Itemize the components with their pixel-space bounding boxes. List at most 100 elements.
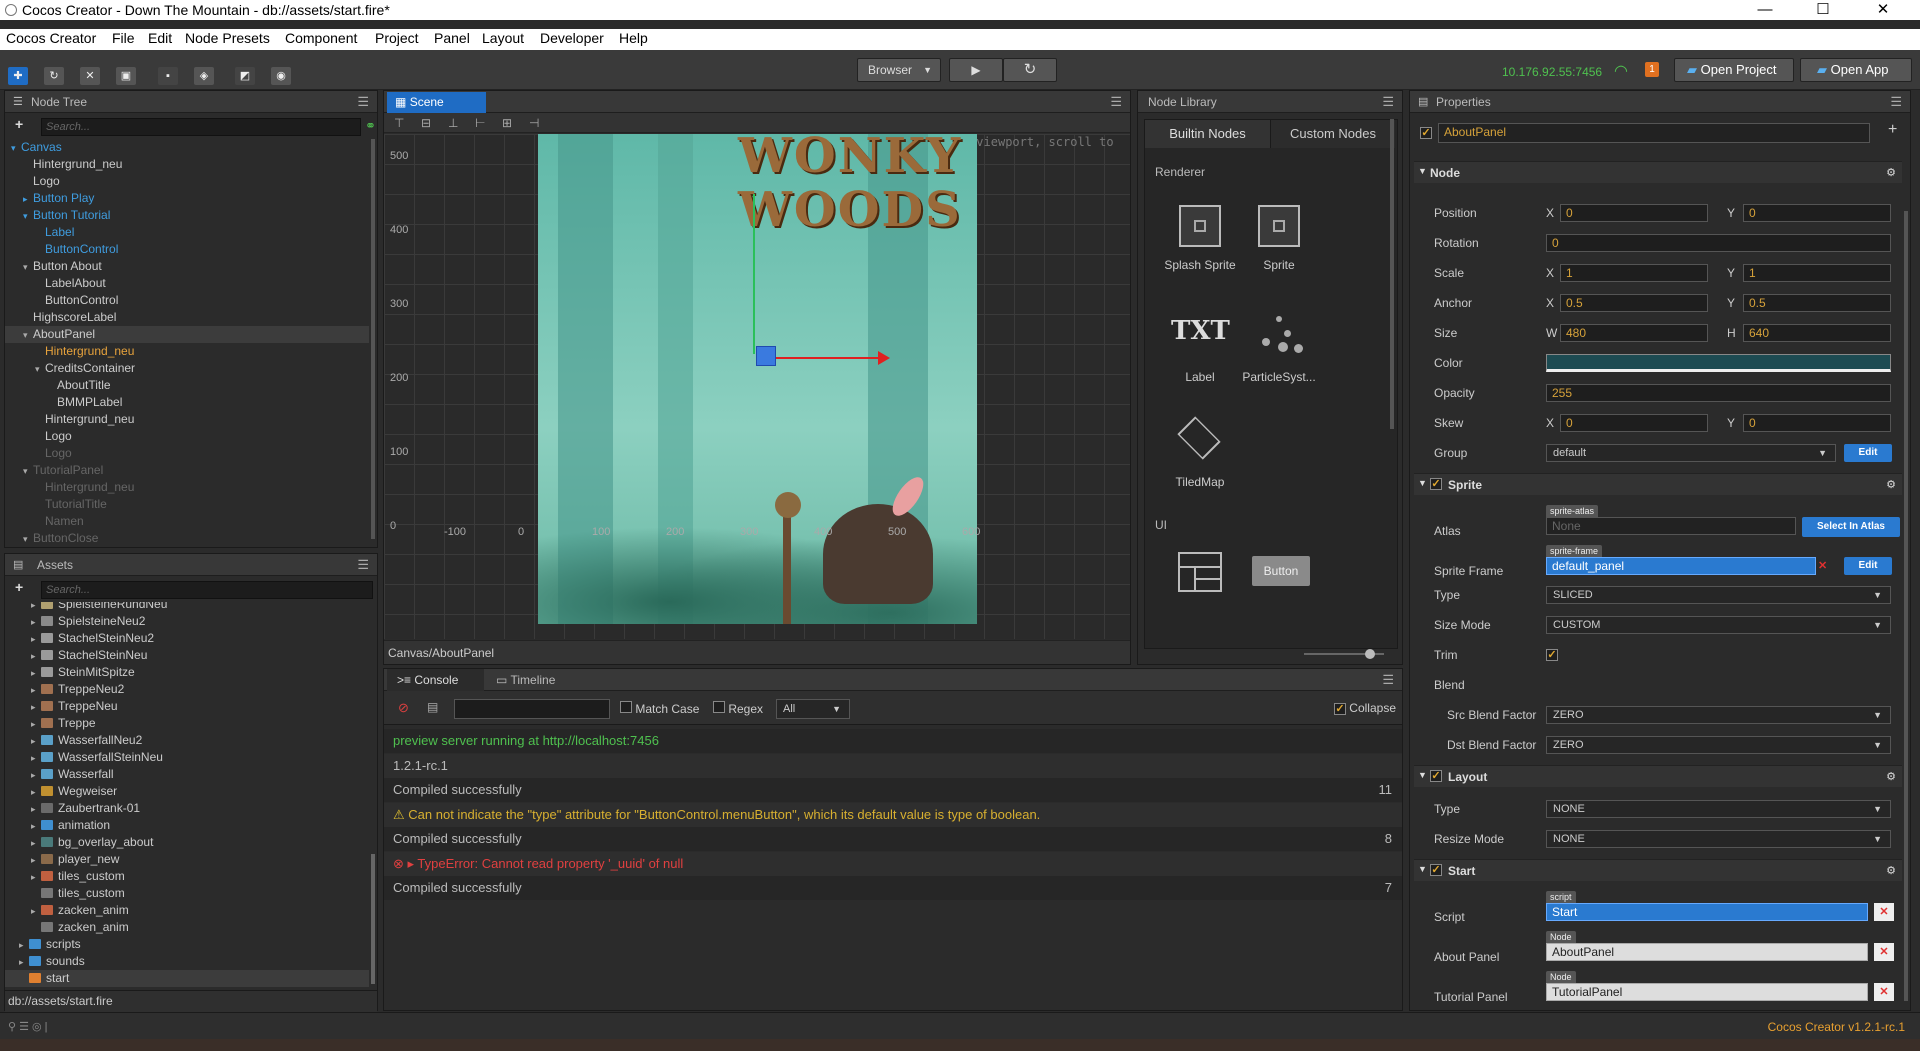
node-section-header[interactable]: ▼ Node ⚙ xyxy=(1414,161,1902,183)
asset-item[interactable]: ▸ sounds xyxy=(5,953,369,970)
refresh-button[interactable]: ↻ xyxy=(1003,58,1057,82)
menu-developer[interactable]: Developer xyxy=(540,30,604,46)
asset-item[interactable]: ▸ SpielsteineRundNeu xyxy=(5,602,369,613)
asset-item[interactable]: tiles_custom xyxy=(5,885,369,902)
asset-item[interactable]: ▸ Wasserfall xyxy=(5,766,369,783)
sprite-frame-edit-button[interactable]: Edit xyxy=(1844,557,1892,575)
expand-arrow-icon[interactable]: ▸ xyxy=(31,869,41,886)
color-swatch[interactable] xyxy=(1546,354,1891,372)
expand-arrow-icon[interactable]: ▸ xyxy=(31,801,41,818)
expand-arrow-icon[interactable]: ▾ xyxy=(23,327,33,344)
tab-console[interactable]: >≡ Console xyxy=(387,669,484,691)
tree-node[interactable]: Label xyxy=(5,224,369,241)
console-line[interactable]: Compiled successfully 7 xyxy=(384,876,1402,900)
layout-icon[interactable] xyxy=(1178,552,1222,592)
menu-icon[interactable]: ☰ xyxy=(357,557,369,573)
rotate-tool-icon[interactable]: ↻ xyxy=(44,67,64,85)
tree-node[interactable]: ButtonControl xyxy=(5,241,369,258)
clear-icon[interactable]: ✕ xyxy=(1874,983,1894,1001)
link-icon[interactable]: ⚭ xyxy=(365,118,376,134)
start-section-header[interactable]: ▼ ✓ Start ⚙ xyxy=(1414,859,1902,881)
tab-builtin-nodes[interactable]: Builtin Nodes xyxy=(1145,120,1270,148)
minimize-icon[interactable]: — xyxy=(1742,0,1788,20)
console-line[interactable]: 1.2.1-rc.1 xyxy=(384,753,1402,778)
scrollbar[interactable] xyxy=(371,139,375,539)
expand-arrow-icon[interactable]: ▸ xyxy=(31,852,41,869)
component-enabled-checkbox[interactable]: ✓ xyxy=(1430,864,1442,876)
asset-item[interactable]: ▸ tiles_custom xyxy=(5,868,369,885)
move-tool-icon[interactable]: ✚ xyxy=(8,67,28,85)
asset-item[interactable]: ▸ Zaubertrank-01 xyxy=(5,800,369,817)
asset-item[interactable]: ▸ zacken_anim xyxy=(5,902,369,919)
tree-node[interactable]: AboutTitle xyxy=(5,377,369,394)
add-asset-icon[interactable]: + xyxy=(15,579,23,595)
expand-arrow-icon[interactable]: ▸ xyxy=(23,191,33,208)
game-canvas[interactable]: WONKY WOODS xyxy=(538,134,977,624)
console-line[interactable]: ⊗ ▸ TypeError: Cannot read property '_uu… xyxy=(384,851,1402,876)
expand-arrow-icon[interactable]: ▸ xyxy=(19,954,29,971)
tree-node[interactable]: ▾ TutorialPanel xyxy=(5,462,369,479)
dst-blend-factor-select[interactable]: ZERO ▼ xyxy=(1546,736,1891,754)
collapse-checkbox[interactable]: ✓ Collapse xyxy=(1333,701,1396,715)
platform-select[interactable]: Browser ▼ xyxy=(857,58,941,82)
tree-node[interactable]: Namen xyxy=(5,513,369,530)
expand-arrow-icon[interactable]: ▸ xyxy=(31,699,41,716)
asset-item[interactable]: ▸ animation xyxy=(5,817,369,834)
button-node-icon[interactable]: Button xyxy=(1252,556,1310,586)
play-button[interactable]: ▶ xyxy=(949,58,1003,82)
tree-node[interactable]: HighscoreLabel xyxy=(5,309,369,326)
gear-icon[interactable]: ⚙ xyxy=(1886,864,1896,877)
tree-node[interactable]: Hintergrund_neu xyxy=(5,479,369,496)
splash-sprite-icon[interactable] xyxy=(1179,205,1221,247)
gear-icon[interactable]: ⚙ xyxy=(1886,770,1896,783)
clear-icon[interactable]: ✕ xyxy=(1818,559,1827,572)
asset-item[interactable]: ▸ TreppeNeu xyxy=(5,698,369,715)
gizmo-handle[interactable] xyxy=(756,346,776,366)
tree-node[interactable]: Hintergrund_neu xyxy=(5,411,369,428)
tab-timeline[interactable]: ▭ Timeline xyxy=(486,669,583,691)
asset-item[interactable]: ▸ scripts xyxy=(5,936,369,953)
gizmo-x-arrow-icon[interactable] xyxy=(878,351,890,365)
asset-item[interactable]: ▸ SpielsteineNeu2 xyxy=(5,613,369,630)
scrollbar[interactable] xyxy=(1390,119,1394,429)
align-top-icon[interactable]: ⊤ xyxy=(394,116,404,130)
sprite-type-select[interactable]: SLICED ▼ xyxy=(1546,586,1891,604)
zoom-slider-handle[interactable] xyxy=(1365,649,1375,659)
open-app-button[interactable]: ▰ Open App xyxy=(1800,58,1912,82)
expand-arrow-icon[interactable]: ▸ xyxy=(19,937,29,954)
size-h-input[interactable]: 640 xyxy=(1743,324,1891,342)
add-component-icon[interactable]: + xyxy=(1888,121,1897,139)
asset-item[interactable]: ▸ Treppe xyxy=(5,715,369,732)
tree-node[interactable]: ▾ Button Tutorial xyxy=(5,207,369,224)
tree-node[interactable]: ▾ ButtonClose xyxy=(5,530,369,543)
sprite-section-header[interactable]: ▼ ✓ Sprite ⚙ xyxy=(1414,473,1902,495)
log-level-select[interactable]: All ▼ xyxy=(776,699,850,719)
anchor-y-input[interactable]: 0.5 xyxy=(1743,294,1891,312)
tree-node[interactable]: Hintergrund_neu xyxy=(5,156,369,173)
asset-item[interactable]: ▸ StachelSteinNeu2 xyxy=(5,630,369,647)
gear-icon[interactable]: ⚙ xyxy=(1886,166,1896,179)
skew-x-input[interactable]: 0 xyxy=(1560,414,1708,432)
about-panel-input[interactable]: AboutPanel xyxy=(1546,943,1868,961)
group-select[interactable]: default ▼ xyxy=(1546,444,1836,462)
tree-node[interactable]: Logo xyxy=(5,428,369,445)
script-input[interactable]: Start xyxy=(1546,903,1868,921)
menu-icon[interactable]: ☰ xyxy=(1382,94,1394,110)
pivot-icon[interactable]: ▪ xyxy=(158,67,178,85)
anchor-x-input[interactable]: 0.5 xyxy=(1560,294,1708,312)
asset-item[interactable]: ▸ TreppeNeu2 xyxy=(5,681,369,698)
asset-item[interactable]: ▸ Wegweiser xyxy=(5,783,369,800)
expand-arrow-icon[interactable]: ▾ xyxy=(11,140,21,157)
tree-node[interactable]: ButtonControl xyxy=(5,292,369,309)
asset-item[interactable]: start xyxy=(5,970,369,987)
clear-icon[interactable]: ✕ xyxy=(1874,943,1894,961)
notification-badge[interactable]: 1 xyxy=(1645,62,1659,77)
expand-arrow-icon[interactable]: ▾ xyxy=(23,463,33,480)
scale-y-input[interactable]: 1 xyxy=(1743,264,1891,282)
component-enabled-checkbox[interactable]: ✓ xyxy=(1430,478,1442,490)
menu-node-presets[interactable]: Node Presets xyxy=(185,30,270,46)
scale-tool-icon[interactable]: ✕ xyxy=(80,67,100,85)
asset-item[interactable]: ▸ StachelSteinNeu xyxy=(5,647,369,664)
asset-search-input[interactable]: Search... xyxy=(41,581,373,599)
gizmo-icon[interactable]: ◩ xyxy=(235,67,255,85)
